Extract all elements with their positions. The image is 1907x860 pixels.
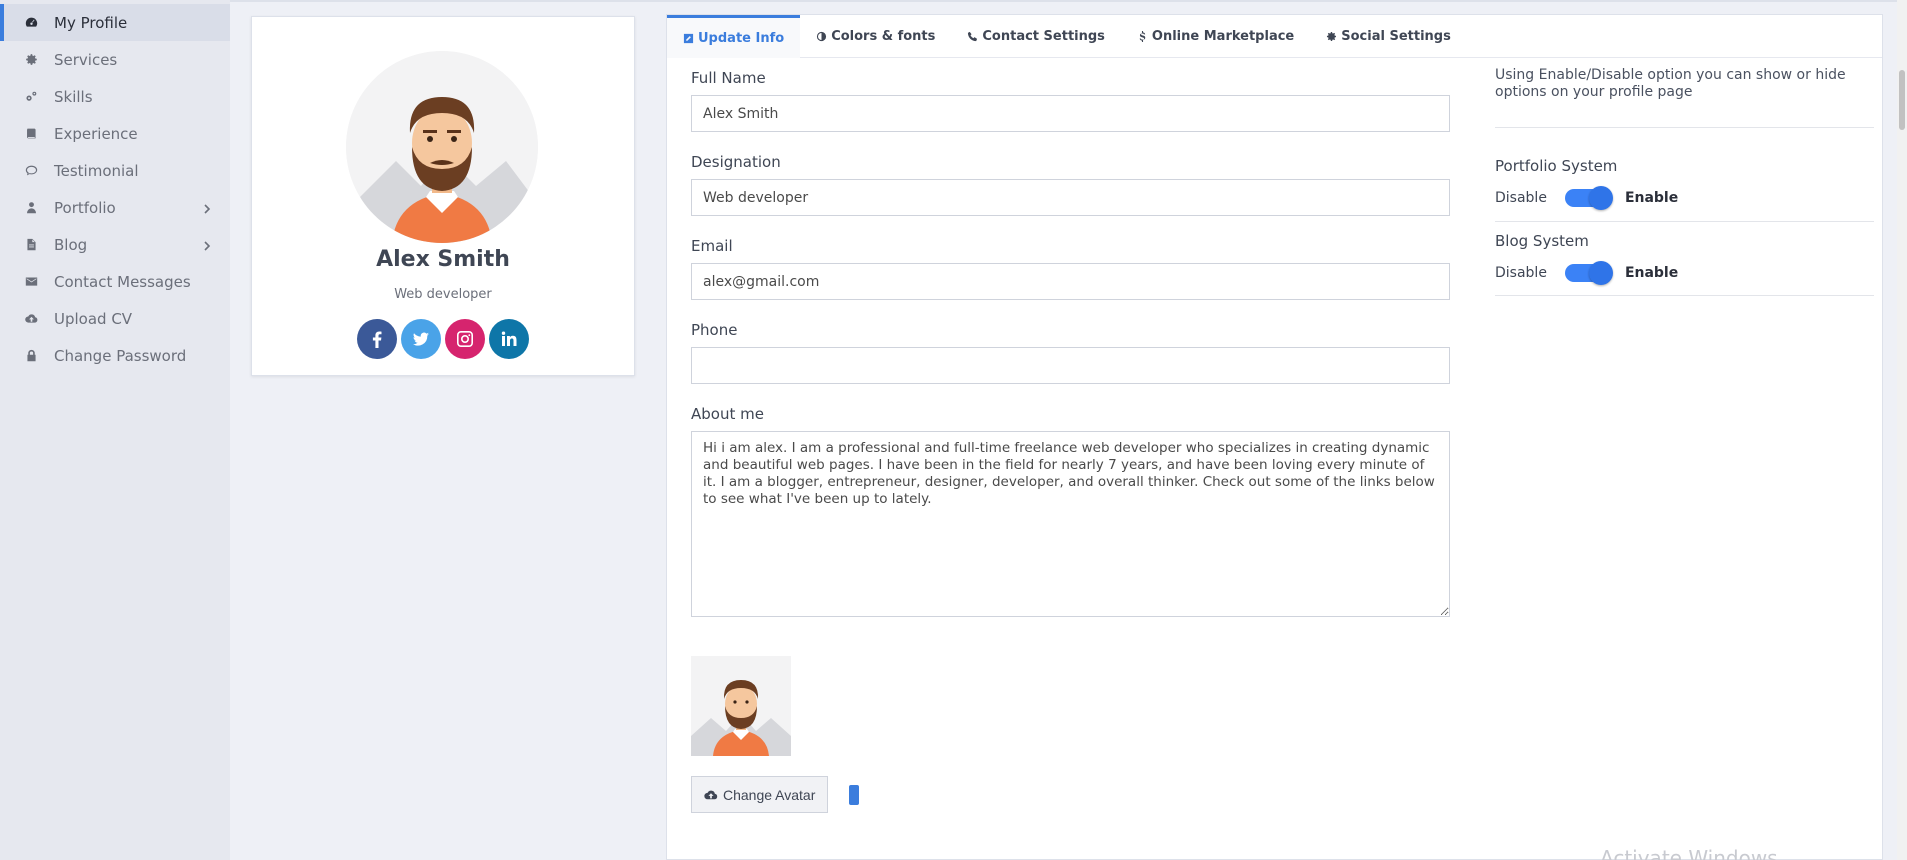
full-name-input[interactable]	[691, 95, 1450, 132]
settings-info-text: Using Enable/Disable option you can show…	[1495, 67, 1846, 100]
scrollbar[interactable]	[1897, 0, 1907, 860]
divider	[1495, 221, 1874, 222]
comment-icon	[24, 164, 38, 178]
portfolio-system-label: Portfolio System	[1495, 157, 1618, 175]
portfolio-toggle-row: Disable Enable	[1495, 186, 1679, 210]
twitter-icon[interactable]	[401, 319, 441, 359]
sidebar-item-my-profile[interactable]: My Profile	[0, 4, 230, 41]
file-input-indicator[interactable]	[849, 785, 859, 805]
dashboard-icon	[24, 16, 38, 30]
change-avatar-button[interactable]: Change Avatar	[691, 776, 829, 813]
tab-label: Social Settings	[1341, 29, 1451, 44]
toggle-knob	[1588, 186, 1613, 210]
disable-label: Disable	[1495, 190, 1547, 206]
sidebar-item-label: Services	[54, 50, 118, 69]
contrast-icon	[816, 31, 827, 42]
sidebar-item-label: Testimonial	[54, 161, 139, 180]
book-icon	[24, 127, 38, 141]
sidebar-item-label: Upload CV	[54, 309, 133, 328]
facebook-icon[interactable]	[357, 319, 397, 359]
scrollbar-thumb[interactable]	[1899, 70, 1905, 130]
linkedin-icon[interactable]	[489, 319, 529, 359]
tab-bar: Update Info Colors & fonts Contact Setti…	[667, 15, 1882, 58]
edit-icon	[683, 33, 694, 44]
profile-name: Alex Smith	[376, 247, 510, 272]
sidebar-item-skills[interactable]: Skills	[0, 78, 230, 115]
tab-colors-fonts[interactable]: Colors & fonts	[800, 15, 951, 58]
full-name-label: Full Name	[691, 69, 766, 87]
blog-toggle-row: Disable Enable	[1495, 261, 1679, 285]
profile-role: Web developer	[394, 287, 492, 302]
sidebar-item-experience[interactable]: Experience	[0, 115, 230, 152]
phone-label: Phone	[691, 321, 738, 339]
sidebar-item-label: My Profile	[54, 13, 128, 32]
sidebar-item-services[interactable]: Services	[0, 41, 230, 78]
gears-icon	[24, 90, 38, 104]
sidebar-item-label: Blog	[54, 235, 88, 254]
about-textarea[interactable]: Hi i am alex. I am a professional and fu…	[691, 431, 1450, 617]
user-icon	[24, 201, 38, 215]
sidebar-item-change-password[interactable]: Change Password	[0, 337, 230, 374]
profile-card: Alex Smith Web developer	[251, 16, 635, 376]
envelope-icon	[24, 275, 38, 289]
sidebar-item-upload-cv[interactable]: Upload CV	[0, 300, 230, 337]
sidebar-item-blog[interactable]: Blog	[0, 226, 230, 263]
tab-social-settings[interactable]: Social Settings	[1310, 15, 1467, 58]
toggle-knob	[1588, 261, 1613, 285]
chevron-right-icon	[202, 201, 212, 214]
top-border	[230, 0, 1907, 2]
tab-label: Update Info	[698, 30, 785, 46]
phone-input[interactable]	[691, 347, 1450, 384]
designation-label: Designation	[691, 153, 781, 171]
sidebar-item-contact-messages[interactable]: Contact Messages	[0, 263, 230, 300]
sidebar-item-label: Experience	[54, 124, 138, 143]
avatar-thumbnail	[691, 656, 791, 756]
main-panel: Update Info Colors & fonts Contact Setti…	[666, 14, 1883, 860]
email-input[interactable]	[691, 263, 1450, 300]
tab-contact-settings[interactable]: Contact Settings	[951, 15, 1121, 58]
change-avatar-label: Change Avatar	[723, 786, 816, 803]
os-watermark: Activate Windows	[1600, 846, 1778, 860]
phone-icon	[967, 31, 978, 42]
portfolio-system-toggle[interactable]	[1564, 186, 1613, 210]
tab-label: Colors & fonts	[831, 29, 936, 44]
tab-label: Online Marketplace	[1151, 29, 1295, 44]
designation-input[interactable]	[691, 179, 1450, 216]
sidebar-item-label: Skills	[54, 87, 93, 106]
divider	[1495, 127, 1874, 128]
avatar	[346, 51, 538, 243]
dollar-icon	[1137, 31, 1148, 42]
disable-label: Disable	[1495, 265, 1547, 281]
sidebar-item-testimonial[interactable]: Testimonial	[0, 152, 230, 189]
lock-icon	[24, 349, 38, 363]
chevron-right-icon	[202, 238, 212, 251]
file-icon	[24, 238, 38, 252]
sidebar-item-portfolio[interactable]: Portfolio	[0, 189, 230, 226]
sidebar-item-label: Contact Messages	[54, 272, 191, 291]
sidebar-item-label: Portfolio	[54, 198, 116, 217]
email-label: Email	[691, 237, 733, 255]
enable-label: Enable	[1624, 265, 1679, 281]
gear-icon	[1326, 31, 1337, 42]
enable-label: Enable	[1624, 190, 1679, 206]
instagram-icon[interactable]	[445, 319, 485, 359]
gear-icon	[24, 53, 38, 67]
social-links	[252, 319, 634, 359]
divider	[1495, 295, 1874, 296]
cloud-upload-icon	[24, 312, 38, 326]
tab-online-marketplace[interactable]: Online Marketplace	[1121, 15, 1310, 58]
about-label: About me	[691, 405, 764, 423]
sidebar: My Profile Services Skills Experience Te…	[0, 0, 230, 860]
blog-system-toggle[interactable]	[1564, 261, 1613, 285]
blog-system-label: Blog System	[1495, 232, 1589, 250]
cloud-upload-icon	[704, 790, 718, 799]
tab-update-info[interactable]: Update Info	[667, 15, 801, 58]
tab-label: Contact Settings	[982, 29, 1105, 44]
sidebar-item-label: Change Password	[54, 346, 187, 365]
